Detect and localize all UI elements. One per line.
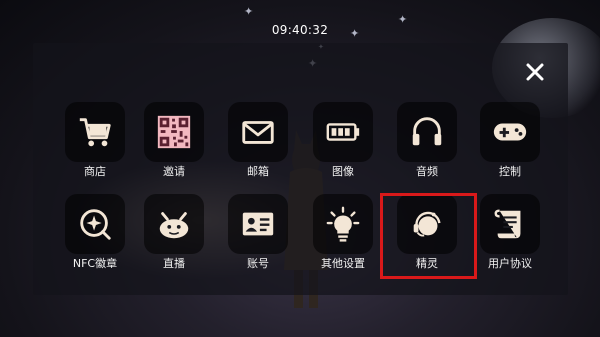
menu-item-label: NFC徽章 bbox=[72, 257, 118, 270]
menu-tile bbox=[313, 102, 373, 162]
id-card-icon bbox=[242, 212, 274, 236]
battery-icon bbox=[326, 123, 360, 141]
menu-item-live[interactable]: 直播 bbox=[137, 194, 211, 271]
menu-tile bbox=[397, 102, 457, 162]
menu-item-account[interactable]: 账号 bbox=[221, 194, 295, 271]
menu-item-other-settings[interactable]: 其他设置 bbox=[306, 194, 380, 271]
qr-code-icon bbox=[157, 115, 191, 149]
menu-item-label: 图像 bbox=[332, 165, 354, 178]
menu-item-controls[interactable]: 控制 bbox=[473, 102, 547, 179]
menu-tile bbox=[144, 194, 204, 254]
menu-item-audio[interactable]: 音频 bbox=[390, 102, 464, 179]
menu-tile bbox=[144, 102, 204, 162]
close-button[interactable] bbox=[522, 59, 548, 85]
menu-tile bbox=[313, 194, 373, 254]
gamepad-icon bbox=[493, 123, 527, 141]
menu-item-label: 商店 bbox=[84, 165, 106, 178]
close-icon bbox=[526, 63, 544, 81]
star-icon: ✦ bbox=[244, 5, 254, 18]
envelope-icon bbox=[242, 121, 274, 144]
menu-tile bbox=[65, 102, 125, 162]
menu-item-label: 用户协议 bbox=[488, 257, 532, 270]
menu-tile bbox=[228, 194, 288, 254]
menu-tile bbox=[65, 194, 125, 254]
headphones-icon bbox=[412, 117, 442, 146]
menu-item-label: 邮箱 bbox=[247, 165, 269, 178]
menu-item-label: 控制 bbox=[499, 165, 521, 178]
clock-time: 09:40:32 bbox=[271, 23, 329, 37]
shopping-cart-icon bbox=[79, 118, 111, 147]
menu-item-invite[interactable]: 邀请 bbox=[137, 102, 211, 179]
menu-item-label: 直播 bbox=[163, 257, 185, 270]
menu-item-nfc-badge[interactable]: NFC徽章 bbox=[58, 194, 132, 271]
live-crab-icon bbox=[159, 212, 189, 239]
menu-item-label: 音频 bbox=[416, 165, 438, 178]
nfc-star-badge-icon bbox=[80, 209, 111, 240]
menu-item-label: 账号 bbox=[247, 257, 269, 270]
menu-tile bbox=[228, 102, 288, 162]
lightbulb-icon bbox=[326, 206, 360, 242]
menu-tile bbox=[480, 194, 540, 254]
menu-item-graphics[interactable]: 图像 bbox=[306, 102, 380, 179]
menu-item-label: 其他设置 bbox=[321, 257, 365, 270]
menu-item-mailbox[interactable]: 邮箱 bbox=[221, 102, 295, 179]
scroll-icon bbox=[494, 209, 521, 239]
menu-item-shop[interactable]: 商店 bbox=[58, 102, 132, 179]
menu-tile bbox=[480, 102, 540, 162]
highlight-box bbox=[380, 193, 477, 279]
menu-item-user-agreement[interactable]: 用户协议 bbox=[473, 194, 547, 271]
menu-item-label: 邀请 bbox=[163, 165, 185, 178]
